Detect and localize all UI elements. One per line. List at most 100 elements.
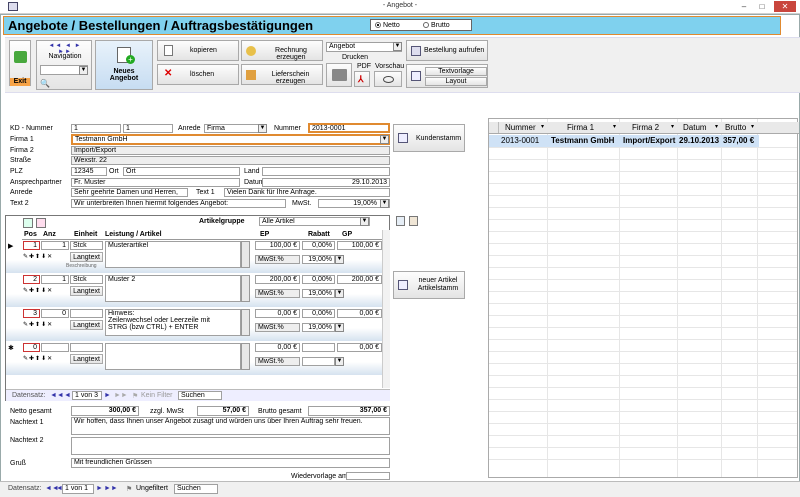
scroll-handle[interactable] (241, 343, 250, 370)
refresh-icon[interactable] (23, 218, 33, 228)
chevron-down-icon[interactable]: ▾ (613, 123, 616, 130)
plz-field[interactable]: 12345 (71, 167, 107, 176)
scroll-handle[interactable] (241, 275, 250, 302)
kd-nummer-field[interactable]: 1 (71, 124, 121, 133)
land-field[interactable] (262, 167, 390, 176)
langtext-button[interactable]: Langtext (70, 354, 103, 364)
col-datum[interactable]: Datum (683, 123, 707, 132)
chevron-down-icon[interactable]: ▼ (335, 323, 344, 332)
wiedervorlage-field[interactable] (346, 472, 390, 480)
col-brutto[interactable]: Brutto (725, 123, 746, 132)
chevron-down-icon[interactable]: ▼ (79, 66, 88, 75)
firma1-field[interactable]: Testmann GmbH (71, 134, 390, 145)
window-titlebar: - Angebot - – □ ✕ (0, 0, 800, 14)
nav-first-icon[interactable]: ◄◄ (50, 392, 64, 399)
firma2-field[interactable]: Import/Export (71, 146, 390, 155)
pdf-icon: ⅄ (358, 74, 364, 84)
row-actions-icons[interactable]: ✎✚⬆⬇✕ (23, 321, 69, 330)
neues-angebot-button[interactable]: + Neues Angebot (95, 40, 153, 90)
record-position[interactable]: 1 von 1 (62, 484, 94, 494)
page-title: Angebote / Bestellungen / Auftragsbestät… (8, 18, 314, 33)
list-item[interactable]: 2013-0001 Testmann GmbH Import/Export 29… (489, 135, 759, 147)
textvorlage-button[interactable]: Textvorlage (425, 67, 487, 76)
nav-next-icon[interactable]: ► (96, 485, 103, 492)
gruss-field[interactable]: Mit freundlichen Grüssen (71, 458, 390, 468)
bestellung-aufrufen-button[interactable]: Bestellung aufrufen (406, 40, 488, 61)
minimize-button[interactable]: – (738, 1, 750, 12)
text1-label: Text 1 (196, 189, 215, 196)
kd-nummer-2-field[interactable]: 1 (123, 124, 173, 133)
langtext-button[interactable]: Langtext (70, 286, 103, 296)
row-actions-icons[interactable]: ✎✚⬆⬇✕ (23, 355, 69, 364)
nachtext1-field[interactable]: Wir hoffen, dass Ihnen unser Angebot zus… (71, 417, 390, 435)
nav-prev-icon[interactable]: ◄ (64, 392, 71, 399)
strasse-field[interactable]: Wexstr. 22 (71, 156, 390, 165)
nachtext2-field[interactable] (71, 437, 390, 455)
row-actions-icons[interactable]: ✎✚⬆⬇✕ (23, 287, 69, 296)
chevron-down-icon[interactable]: ▼ (380, 199, 389, 208)
anrede-text-field[interactable]: Sehr geehrte Damen und Herren, (71, 188, 188, 197)
exit-button[interactable]: Exit (9, 40, 31, 86)
filter-status[interactable]: Ungefiltert (136, 485, 168, 492)
langtext-button[interactable]: Langtext (70, 252, 103, 262)
chevron-down-icon[interactable]: ▼ (360, 217, 369, 226)
chevron-down-icon[interactable]: ▼ (258, 124, 267, 133)
chevron-down-icon[interactable]: ▾ (751, 123, 754, 130)
lieferschein-erzeugen-button[interactable]: Lieferschein erzeugen (241, 64, 323, 85)
loeschen-button[interactable]: ✕ löschen (157, 64, 239, 85)
firma2-label: Firma 2 (10, 147, 34, 154)
filter-icon[interactable] (36, 218, 46, 228)
langtext-button[interactable]: Langtext (70, 320, 103, 330)
chevron-down-icon[interactable]: ▼ (335, 289, 344, 298)
pdf-button[interactable]: ⅄ (354, 71, 370, 87)
table-row[interactable]: ▶ 1 1 Stck Musterartikel 100,00 € 0,00% … (6, 240, 390, 273)
kopieren-button[interactable]: kopieren (157, 40, 239, 61)
netto-radio[interactable]: Netto (375, 22, 400, 29)
text2-field[interactable]: Wir unterbreiten Ihnen hiermit folgendes… (71, 199, 286, 208)
artikelgruppe-select[interactable]: Alle Artikel (259, 217, 370, 226)
col-nummer[interactable]: Nummer (505, 123, 536, 132)
anrede-select[interactable]: Firma (204, 124, 266, 133)
vorschau-button[interactable] (374, 71, 402, 87)
scroll-handle[interactable] (241, 309, 250, 336)
maximize-button[interactable]: □ (756, 1, 768, 12)
table-row[interactable]: 3 0 Hinweis: Zeilenwechsel oder Leerzeil… (6, 308, 390, 341)
chevron-down-icon[interactable]: ▼ (335, 255, 344, 264)
nav-last-icon[interactable]: ►► (114, 392, 128, 399)
row-actions-icons[interactable]: ✎✚⬆⬇✕ (23, 253, 69, 262)
chevron-down-icon[interactable]: ▾ (671, 123, 674, 130)
table-row[interactable]: ✱ 0 0,00 € 0,00 € ✎✚⬆⬇✕ Langtext MwSt.% … (6, 342, 390, 375)
chevron-down-icon[interactable]: ▼ (393, 42, 402, 51)
nummer-field[interactable]: 2013-0001 (308, 123, 390, 133)
chevron-down-icon[interactable]: ▼ (380, 135, 389, 144)
search-icon[interactable]: 🔍 (40, 79, 50, 88)
chevron-down-icon[interactable]: ▼ (335, 357, 344, 366)
druck-select[interactable]: Angebot (326, 42, 402, 52)
search-input[interactable]: Suchen (178, 391, 222, 400)
strasse-label: Straße (10, 157, 32, 164)
ort-field[interactable]: Ort (123, 167, 240, 176)
layout-button[interactable]: Layout (425, 77, 487, 86)
datum-field[interactable]: 29.10.2013 (262, 178, 390, 187)
subform-scrollbar[interactable] (382, 230, 390, 388)
rechnung-erzeugen-button[interactable]: Rechnung erzeugen (241, 40, 323, 61)
ansprechpartner-field[interactable]: Fr. Muster (71, 178, 240, 187)
text1-field[interactable]: Vielen Dank für Ihre Anfrage. (224, 188, 390, 197)
brutto-radio[interactable]: Brutto (423, 22, 450, 29)
edit-row-icon[interactable] (409, 216, 418, 226)
chevron-down-icon[interactable]: ▾ (715, 123, 718, 130)
col-firma2[interactable]: Firma 2 (632, 123, 659, 132)
kundenstamm-button[interactable]: Kundenstamm (393, 124, 465, 152)
vorschau-label: Vorschau (375, 63, 405, 70)
add-row-icon[interactable] (396, 216, 405, 226)
nav-last-icon[interactable]: ►► (104, 485, 118, 492)
close-button[interactable]: ✕ (774, 1, 796, 12)
search-input[interactable]: Suchen (174, 484, 218, 494)
nav-next-icon[interactable]: ► (104, 392, 111, 399)
scroll-handle[interactable] (241, 241, 250, 268)
chevron-down-icon[interactable]: ▾ (541, 123, 544, 130)
neuer-artikel-button[interactable]: neuer Artikel Artikelstamm (393, 271, 465, 299)
col-firma1[interactable]: Firma 1 (567, 123, 594, 132)
table-row[interactable]: 2 1 Stck Muster 2 200,00 € 0,00% 200,00 … (6, 274, 390, 307)
print-button[interactable] (326, 63, 352, 87)
